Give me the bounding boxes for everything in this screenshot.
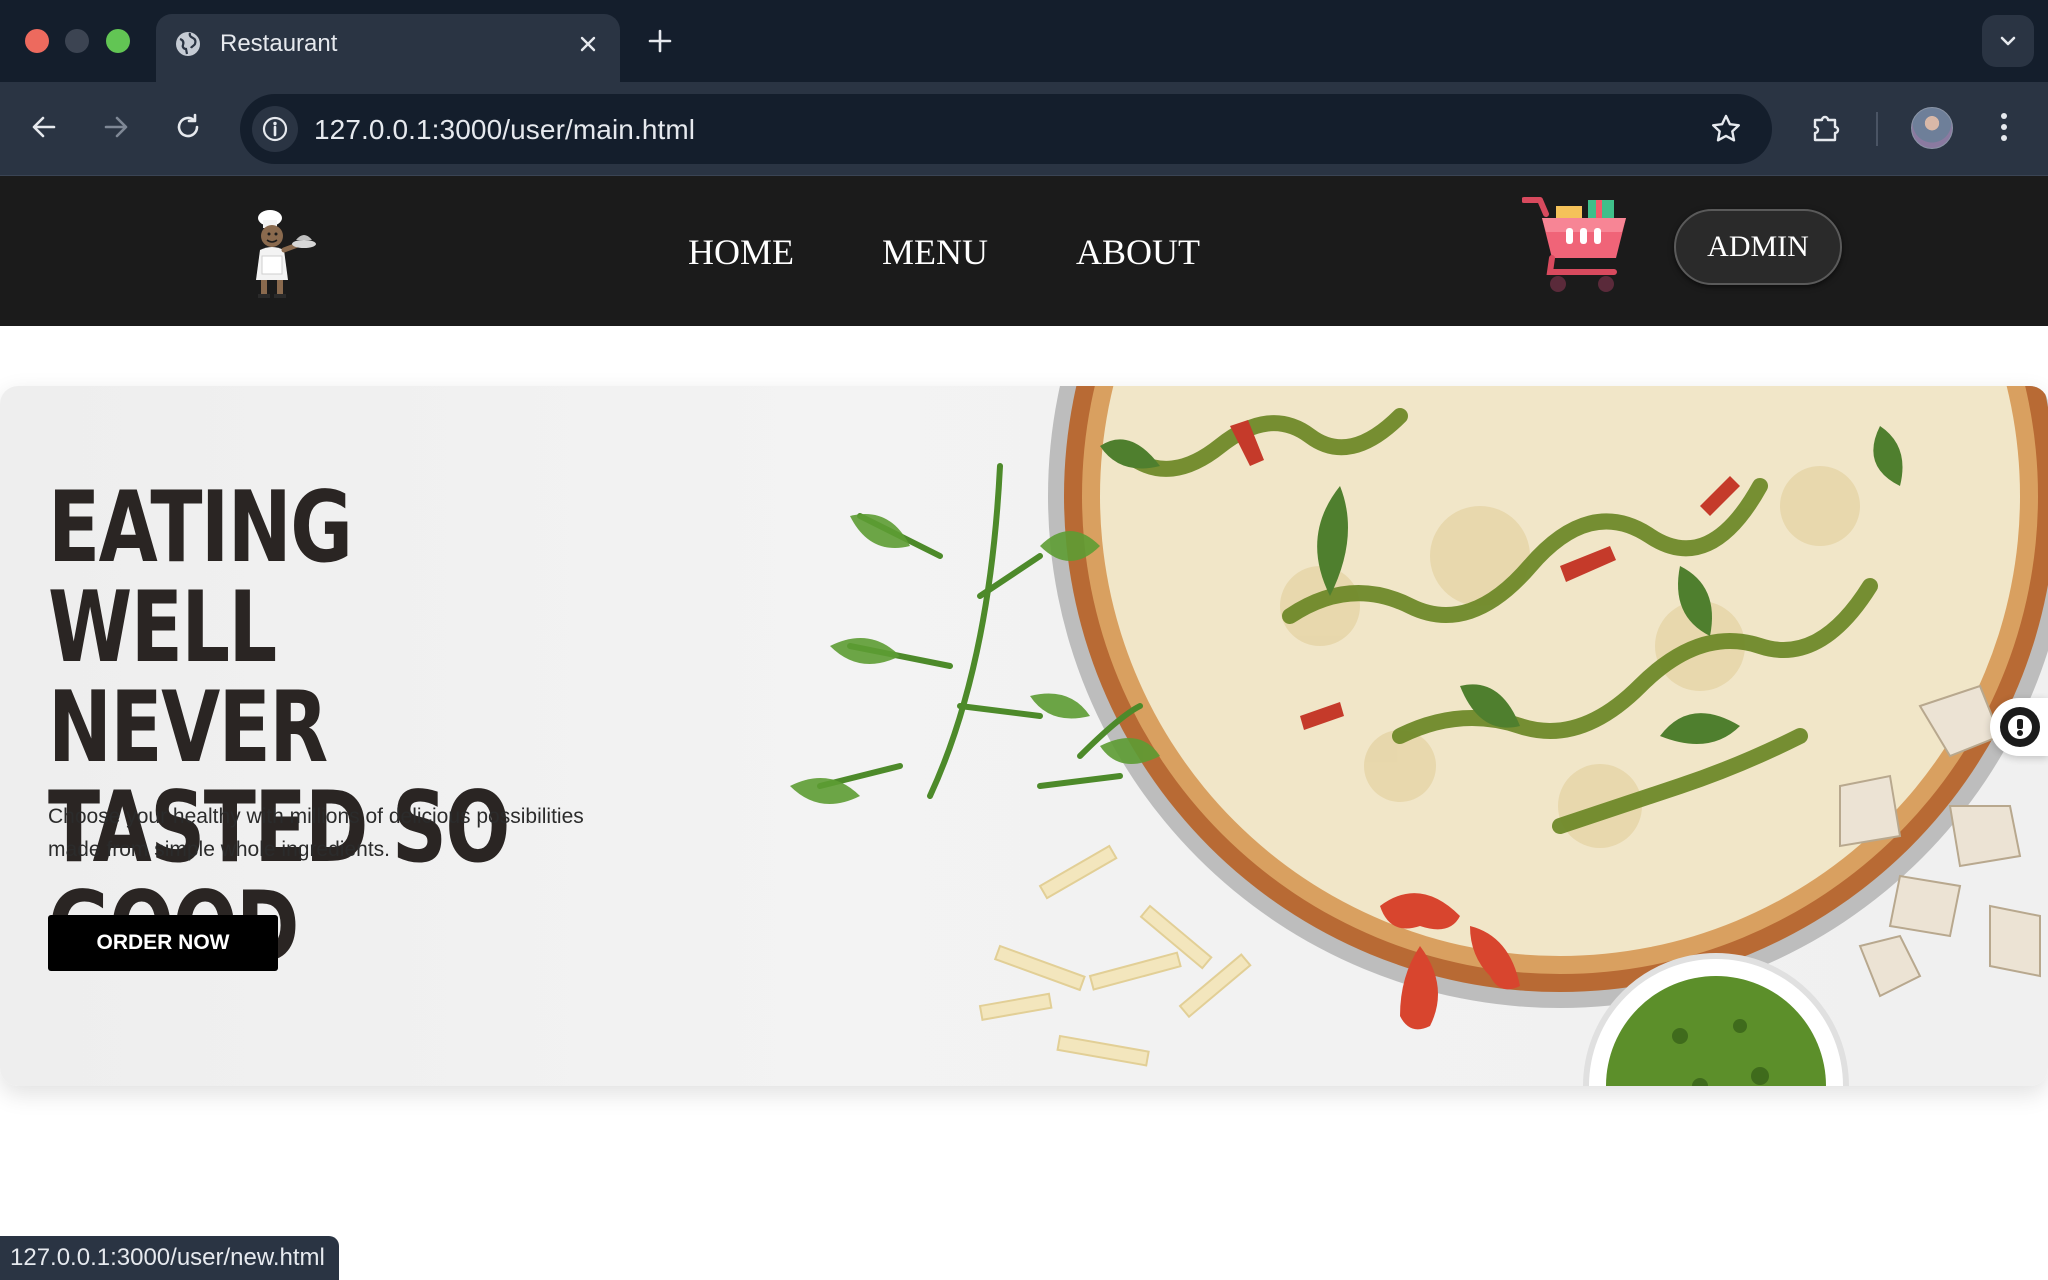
tab-search-button[interactable] (1982, 15, 2034, 67)
chat-widget-button[interactable] (1990, 698, 2048, 756)
reload-icon (177, 113, 199, 138)
chat-bubble-icon (2000, 707, 2040, 747)
new-tab-plus-icon[interactable] (645, 26, 675, 56)
minimize-window-button[interactable] (65, 29, 89, 53)
link-status-bubble: 127.0.0.1:3000/user/new.html (0, 1236, 339, 1280)
bookmark-star-icon[interactable] (1710, 113, 1742, 145)
back-button[interactable] (22, 105, 66, 149)
order-now-button[interactable]: ORDER NOW (48, 915, 278, 971)
more-vertical-icon (2001, 113, 2007, 141)
site-info-button[interactable] (252, 106, 298, 152)
site-navbar: HOME MENU ABOUT ADMIN (0, 176, 2048, 326)
nav-menu-link[interactable]: MENU (882, 232, 988, 272)
chevron-down-icon (2000, 36, 2016, 46)
browser-toolbar: 127.0.0.1:3000/user/main.html (0, 82, 2048, 176)
shopping-cart-icon[interactable] (1522, 196, 1632, 296)
close-window-button[interactable] (25, 29, 49, 53)
reload-button[interactable] (166, 105, 210, 149)
forward-button[interactable] (94, 105, 138, 149)
arrow-right-icon (104, 116, 128, 138)
address-bar[interactable]: 127.0.0.1:3000/user/main.html (240, 94, 1772, 164)
puzzle-icon (1813, 115, 1840, 142)
close-icon[interactable] (574, 30, 602, 58)
arrow-left-icon (32, 116, 56, 138)
nav-home-link[interactable]: HOME (688, 232, 794, 272)
browser-tab-active[interactable]: Restaurant (156, 14, 620, 82)
globe-icon (176, 32, 200, 56)
admin-button[interactable]: ADMIN (1674, 209, 1842, 285)
hero-title: EATING WELL NEVER TASTED SO GOOD (48, 471, 510, 978)
hero-description: Choose your healthy with millions of del… (48, 805, 584, 861)
browser-tab-strip: Restaurant (0, 0, 2048, 82)
extensions-button[interactable] (1804, 105, 1848, 149)
chef-logo-icon[interactable] (248, 208, 320, 300)
maximize-window-button[interactable] (106, 29, 130, 53)
hero-banner: EATING WELL NEVER TASTED SO GOOD Choose … (0, 386, 2048, 1086)
browser-menu-button[interactable] (1982, 105, 2026, 149)
tab-title: Restaurant (220, 30, 338, 57)
address-url[interactable]: 127.0.0.1:3000/user/main.html (314, 114, 695, 146)
info-icon (262, 116, 288, 142)
nav-about-link[interactable]: ABOUT (1076, 232, 1200, 272)
toolbar-divider (1876, 112, 1878, 146)
profile-avatar[interactable] (1911, 107, 1953, 149)
